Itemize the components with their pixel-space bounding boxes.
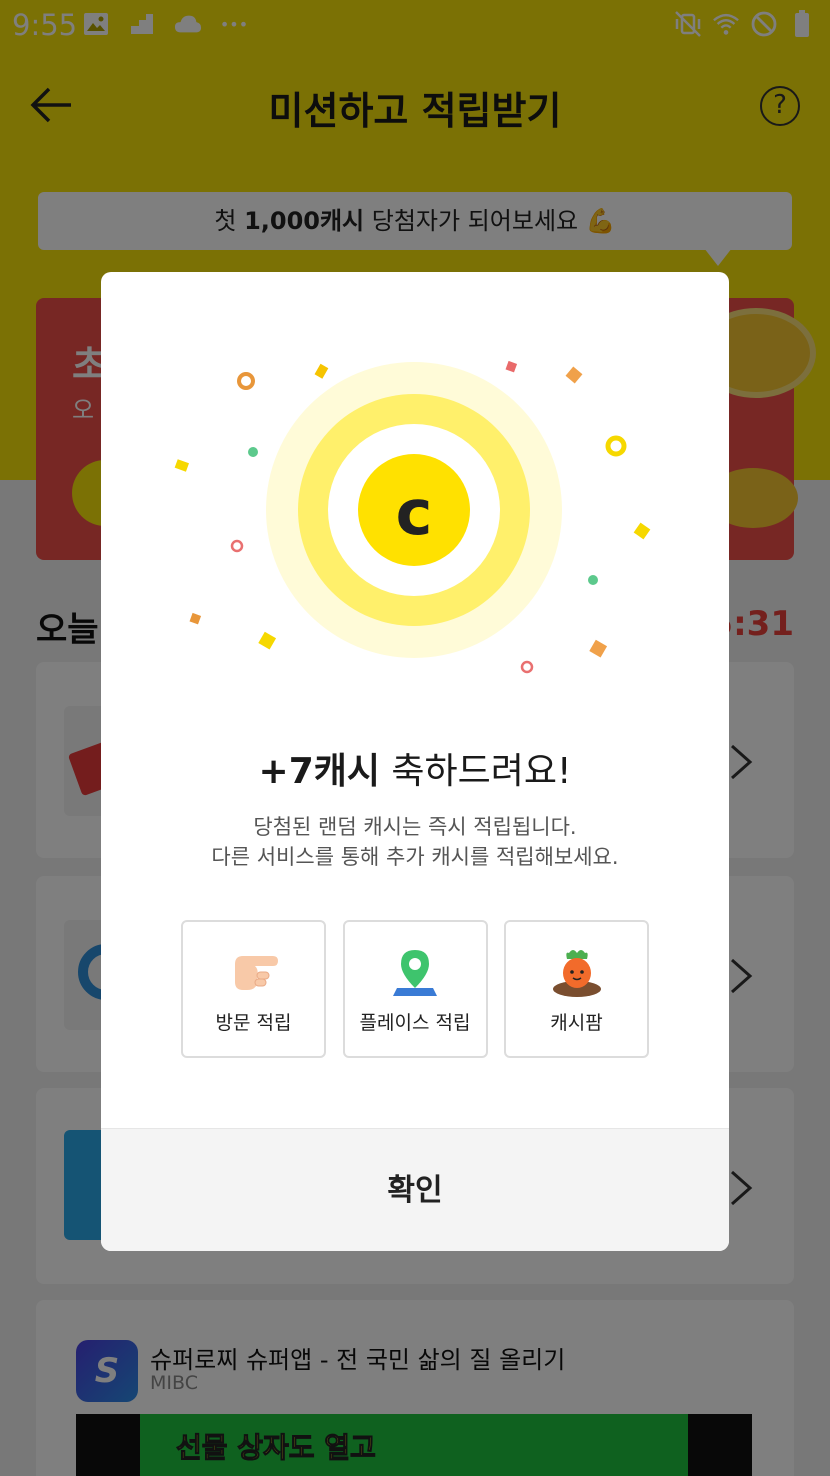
reward-title-rest: 축하드려요!	[379, 751, 572, 792]
reward-description-line1: 당첨된 랜덤 캐시는 즉시 적립됩니다.	[253, 815, 577, 839]
reward-description-line2: 다른 서비스를 통해 추가 캐시를 적립해보세요.	[211, 845, 619, 869]
reward-options: 방문 적립 플레이스 적립 캐시팜	[181, 920, 649, 1058]
visit-reward-label: 방문 적립	[215, 1012, 292, 1034]
place-reward-option[interactable]: 플레이스 적립	[342, 920, 488, 1058]
reward-dialog: c +7캐시 축하드려요! 당첨된 랜덤 캐시는 즉시 적립됩니다. 다른 서비…	[101, 272, 729, 1251]
carrot-icon	[552, 950, 601, 997]
coin-letter: c	[396, 476, 433, 549]
pointing-hand-icon	[234, 956, 278, 990]
reward-description: 당첨된 랜덤 캐시는 즉시 적립됩니다. 다른 서비스를 통해 추가 캐시를 적…	[101, 812, 729, 872]
reward-amount: +7캐시	[258, 751, 380, 792]
map-pin-icon	[393, 950, 437, 996]
coin-celebration-illustration: c	[174, 360, 651, 674]
visit-reward-option[interactable]: 방문 적립	[181, 920, 326, 1058]
reward-title: +7캐시 축하드려요!	[101, 742, 729, 794]
cash-farm-label: 캐시팜	[550, 1012, 603, 1034]
place-reward-label: 플레이스 적립	[359, 1012, 471, 1034]
confirm-button[interactable]: 확인	[101, 1128, 729, 1251]
cash-farm-option[interactable]: 캐시팜	[504, 920, 649, 1058]
